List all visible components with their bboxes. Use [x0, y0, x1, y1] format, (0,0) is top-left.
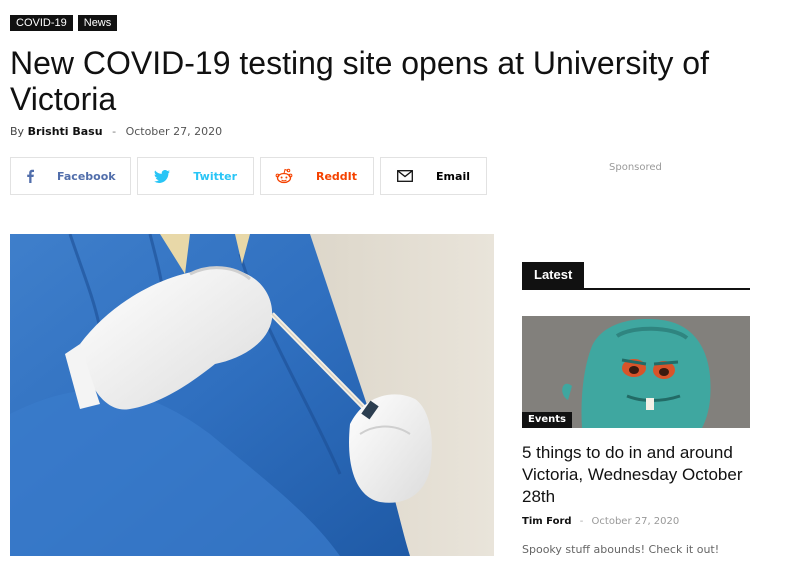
article-title: New COVID-19 testing site opens at Unive…: [10, 45, 709, 117]
tag-covid-19[interactable]: COVID-19: [10, 15, 73, 31]
facebook-icon: [25, 169, 35, 183]
hero-image: [10, 234, 494, 556]
latest-heading: Latest: [522, 262, 750, 290]
latest-card-meta: Tim Ford - October 27, 2020: [522, 516, 679, 527]
latest-card-title[interactable]: 5 things to do in and around Victoria, W…: [522, 442, 750, 508]
latest-card-date: October 27, 2020: [591, 516, 680, 527]
share-twitter-button[interactable]: Twitter: [137, 157, 254, 195]
share-reddit-label: ReddIt: [315, 169, 357, 183]
share-email-label: Email: [436, 169, 470, 183]
twitter-icon: [152, 169, 171, 183]
by-label: By: [10, 125, 25, 138]
share-email-button[interactable]: Email: [380, 157, 487, 195]
article-byline: By Brishti Basu - October 27, 2020: [10, 125, 222, 138]
article-date: October 27, 2020: [125, 125, 223, 138]
latest-heading-label: Latest: [522, 262, 585, 288]
latest-card-author[interactable]: Tim Ford: [522, 516, 572, 527]
share-facebook-label: Facebook: [57, 169, 116, 183]
latest-card-category[interactable]: Events: [522, 412, 572, 428]
share-reddit-button[interactable]: ReddIt: [260, 157, 374, 195]
share-bar: Facebook Twitter ReddIt Email: [10, 157, 487, 195]
latest-card-separator: -: [579, 516, 584, 527]
latest-card-excerpt: Spooky stuff abounds! Check it out!: [522, 543, 720, 556]
share-facebook-button[interactable]: Facebook: [10, 157, 131, 195]
reddit-icon: [275, 168, 294, 184]
tag-news[interactable]: News: [77, 15, 118, 31]
category-tags: COVID-19 News: [10, 15, 118, 31]
byline-separator: -: [112, 125, 117, 138]
share-twitter-label: Twitter: [193, 169, 237, 183]
author-link[interactable]: Brishti Basu: [28, 125, 103, 138]
sponsored-label: Sponsored: [609, 162, 662, 173]
email-icon: [395, 170, 414, 182]
